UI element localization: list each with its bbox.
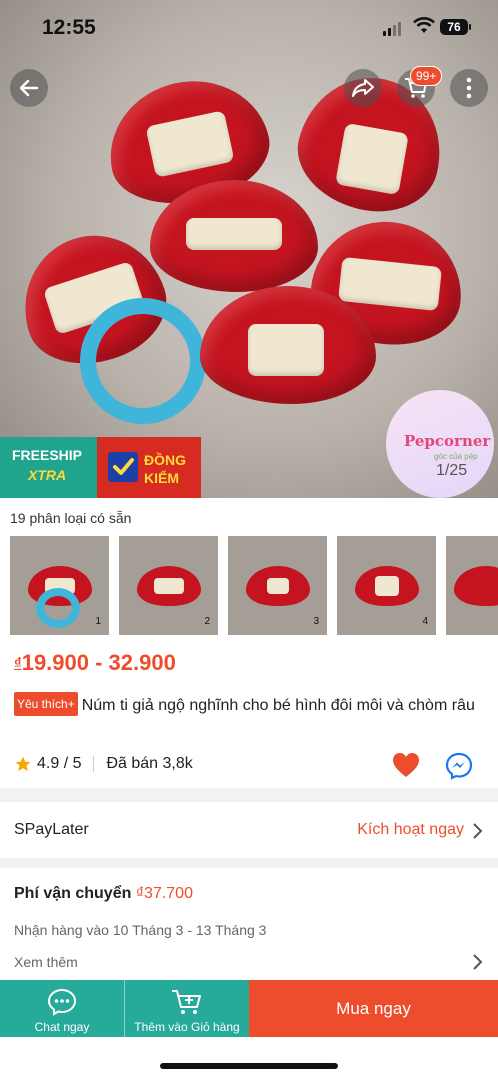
variant-number: 2	[204, 616, 210, 627]
section-divider	[0, 788, 498, 802]
wifi-icon	[413, 17, 435, 33]
rating-row[interactable]: 4.9 / 5 Đã bán 3,8k	[14, 754, 193, 774]
variant-number: 1	[95, 616, 101, 627]
status-bar: 12:55 76	[0, 0, 498, 56]
product-title: Yêu thích+ Núm ti giả ngộ nghĩnh cho bé h…	[14, 692, 484, 717]
share-icon	[352, 79, 374, 97]
star-icon	[15, 756, 31, 772]
delivery-estimate: Nhận hàng vào 10 Tháng 3 - 13 Tháng 3	[14, 922, 267, 938]
chat-icon	[47, 988, 77, 1016]
chevron-right-icon	[473, 823, 483, 839]
variants-count-label: 19 phân loại có sẵn	[10, 510, 132, 526]
variant-thumbnail[interactable]: 1	[10, 536, 109, 635]
shipping-label: Phí vận chuyển	[14, 885, 132, 902]
dong-kiem-label-2: KIỂM	[144, 470, 179, 486]
status-time: 12:55	[42, 16, 96, 39]
spaylater-label: SPayLater	[14, 821, 89, 838]
product-photo-ring	[80, 298, 206, 424]
see-more-link[interactable]: Xem thêm	[14, 954, 78, 970]
bottom-action-bar: Chat ngay Thêm vào Giỏ hàng Mua ngay	[0, 980, 498, 1037]
variant-thumbnail[interactable]: 4	[337, 536, 436, 635]
shop-logo-text: Pepcorner	[404, 432, 491, 450]
variant-thumbnail[interactable]: 2	[119, 536, 218, 635]
back-arrow-icon	[19, 79, 39, 97]
product-title-text: Núm ti giả ngộ nghĩnh cho bé hình đôi mô…	[81, 697, 475, 714]
cart-count-badge: 99+	[410, 66, 443, 86]
section-divider	[0, 858, 498, 868]
add-to-cart-button[interactable]: Thêm vào Giỏ hàng	[124, 980, 249, 1037]
variant-number: 3	[313, 616, 319, 627]
more-button[interactable]	[450, 69, 488, 107]
shop-logo-subtext: góc của pép	[434, 452, 478, 461]
variant-number: 4	[422, 616, 428, 627]
variant-thumbnail[interactable]	[446, 536, 498, 635]
chat-now-label: Chat ngay	[34, 1020, 90, 1034]
battery-indicator: 76	[440, 19, 471, 35]
image-counter: 1/25	[436, 462, 468, 479]
dong-kiem-label-1: ĐỒNG	[144, 452, 186, 468]
product-photo-teeth-6	[248, 324, 324, 376]
divider	[93, 756, 95, 772]
buy-now-button[interactable]: Mua ngay	[249, 980, 498, 1037]
signal-icon	[383, 22, 401, 36]
product-photo-teeth-2	[335, 122, 409, 196]
shipping-price: ₫37.700	[135, 885, 193, 902]
chevron-right-icon	[473, 954, 483, 970]
price-value: 19.900 - 32.900	[21, 650, 176, 675]
spaylater-activate-link[interactable]: Kích hoạt ngay	[357, 821, 464, 839]
shipping-fee: Phí vận chuyển ₫37.700	[14, 885, 193, 903]
more-vertical-icon	[466, 77, 472, 99]
messenger-share-icon[interactable]	[445, 752, 473, 780]
share-button[interactable]	[344, 69, 382, 107]
product-photo-teeth-3	[186, 218, 282, 250]
add-to-cart-icon	[172, 990, 201, 1014]
favorite-heart-icon[interactable]	[392, 752, 420, 778]
check-icon	[108, 452, 138, 482]
rating-value: 4.9 / 5	[37, 755, 82, 772]
variant-thumbnail[interactable]: 3	[228, 536, 327, 635]
chat-now-button[interactable]: Chat ngay	[0, 980, 124, 1037]
add-to-cart-label: Thêm vào Giỏ hàng	[134, 1020, 240, 1034]
freeship-label: FREESHIP	[12, 447, 83, 463]
home-indicator[interactable]	[160, 1063, 338, 1069]
back-button[interactable]	[10, 69, 48, 107]
currency-symbol: ₫	[14, 655, 22, 672]
preferred-tag: Yêu thích+	[14, 692, 78, 716]
sold-count: Đã bán 3,8k	[106, 755, 193, 772]
price-range: ₫19.900 - 32.900	[14, 650, 176, 676]
xtra-label: XTRA	[28, 467, 67, 483]
